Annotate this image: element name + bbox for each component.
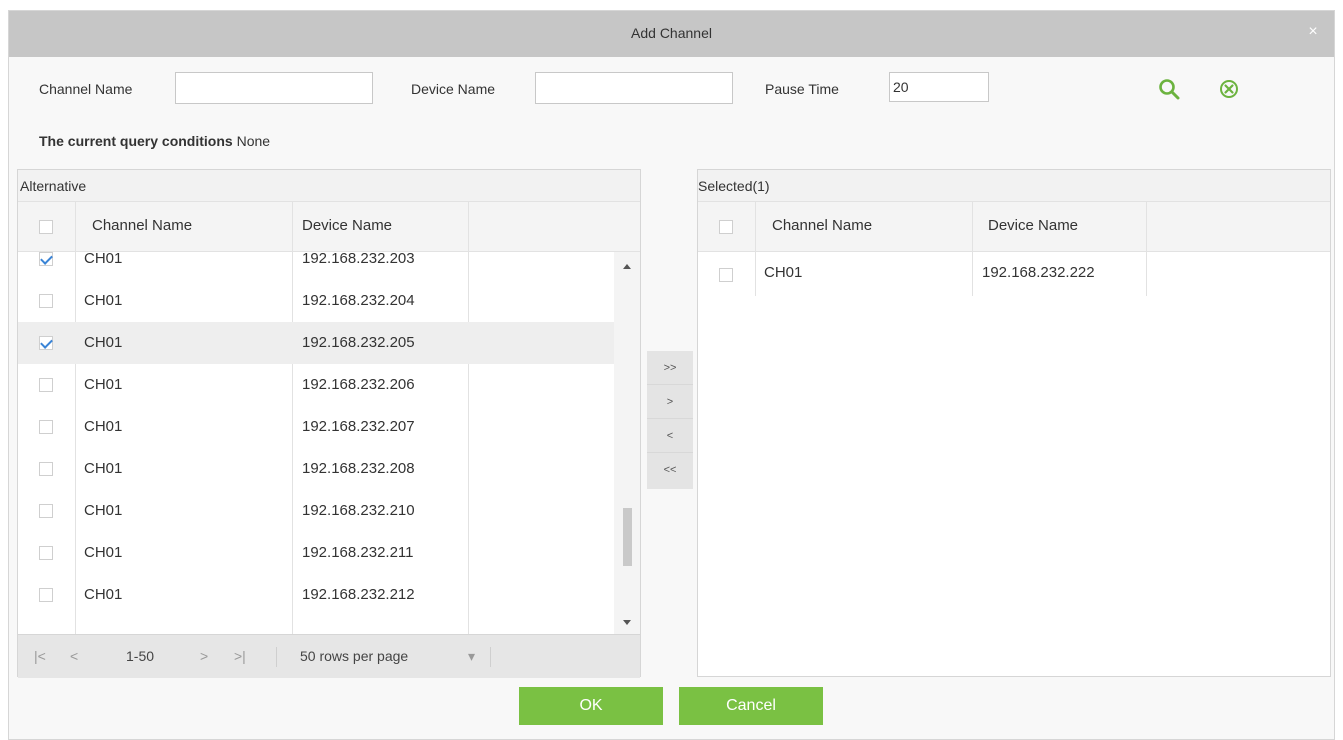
selected-table-header: Channel Name Device Name (698, 202, 1330, 252)
cancel-button[interactable]: Cancel (679, 687, 823, 725)
table-row[interactable]: CH01 192.168.232.211 (18, 532, 614, 574)
column-device-name[interactable]: Device Name (988, 217, 1078, 234)
row-checkbox[interactable] (719, 268, 733, 282)
dialog-title: Add Channel (631, 25, 712, 41)
selected-title: Selected(1) (698, 170, 1330, 202)
alternative-title: Alternative (18, 170, 640, 202)
selected-panel: Selected(1) Channel Name Device Name CH0… (697, 169, 1331, 677)
move-all-left-button[interactable]: << (647, 453, 693, 487)
table-row[interactable]: CH01 192.168.232.205 (18, 322, 614, 364)
device-name-input[interactable] (535, 72, 733, 104)
ok-button[interactable]: OK (519, 687, 663, 725)
search-icon[interactable] (1157, 77, 1181, 101)
row-checkbox[interactable] (39, 252, 53, 266)
select-all-checkbox[interactable] (39, 220, 53, 234)
row-channel-name: CH01 (84, 334, 123, 351)
channel-name-input[interactable] (175, 72, 373, 104)
row-channel-name: CH01 (84, 418, 123, 435)
device-name-label: Device Name (411, 81, 496, 97)
table-row[interactable]: CH01 192.168.232.203 (18, 252, 614, 280)
row-channel-name: CH01 (84, 292, 123, 309)
row-channel-name: CH01 (764, 264, 803, 281)
alternative-panel: Alternative Channel Name Device Name CH0… (17, 169, 641, 678)
chevron-down-icon[interactable]: ▾ (468, 648, 475, 665)
dialog-titlebar: Add Channel × (9, 11, 1334, 57)
pause-time-label: Pause Time (765, 81, 839, 97)
table-row[interactable]: CH01 192.168.232.206 (18, 364, 614, 406)
row-device-name: 192.168.232.203 (302, 252, 415, 267)
next-page-icon[interactable]: > (200, 648, 208, 664)
row-device-name: 192.168.232.206 (302, 376, 415, 393)
row-device-name: 192.168.232.212 (302, 586, 415, 603)
move-all-right-button[interactable]: >> (647, 351, 693, 385)
row-checkbox[interactable] (39, 294, 53, 308)
row-device-name: 192.168.232.208 (302, 460, 415, 477)
vertical-scrollbar[interactable] (614, 252, 640, 634)
scroll-up-icon[interactable] (623, 264, 631, 269)
row-checkbox[interactable] (39, 588, 53, 602)
table-row[interactable]: CH01 192.168.232.222 (698, 252, 1330, 296)
scrollbar-thumb[interactable] (623, 508, 632, 566)
row-device-name: 192.168.232.205 (302, 334, 415, 351)
channel-name-label: Channel Name (39, 81, 133, 97)
row-checkbox[interactable] (39, 378, 53, 392)
row-device-name: 192.168.232.207 (302, 418, 415, 435)
pagination-bar: |< < 1-50 > >| 50 rows per page ▾ (18, 634, 640, 678)
close-icon[interactable]: × (1304, 23, 1322, 41)
alternative-table-body: CH01 192.168.232.203 CH01 192.168.232.20… (18, 252, 614, 634)
scroll-down-icon[interactable] (623, 620, 631, 625)
row-channel-name: CH01 (84, 502, 123, 519)
first-page-icon[interactable]: |< (34, 648, 46, 664)
add-channel-dialog: Add Channel × Channel Name Device Name P… (8, 10, 1335, 740)
query-conditions-label: The current query conditions (39, 133, 233, 149)
row-channel-name: CH01 (84, 460, 123, 477)
clear-circle-icon[interactable] (1217, 77, 1241, 101)
last-page-icon[interactable]: >| (234, 648, 246, 664)
column-device-name[interactable]: Device Name (302, 217, 392, 234)
column-channel-name[interactable]: Channel Name (92, 217, 192, 234)
move-left-button[interactable]: < (647, 419, 693, 453)
table-row[interactable]: CH01 192.168.232.207 (18, 406, 614, 448)
rows-per-page-select[interactable]: 50 rows per page (300, 648, 408, 664)
row-channel-name: CH01 (84, 252, 123, 267)
table-row[interactable]: CH01 192.168.232.208 (18, 448, 614, 490)
row-device-name: 192.168.232.222 (982, 264, 1095, 281)
query-conditions-value: None (236, 133, 271, 149)
alternative-table-header: Channel Name Device Name (18, 202, 640, 252)
row-device-name: 192.168.232.210 (302, 502, 415, 519)
table-row[interactable]: CH01 192.168.232.210 (18, 490, 614, 532)
table-row[interactable]: CH01 192.168.232.204 (18, 280, 614, 322)
transfer-buttons: >> > < << (647, 351, 693, 489)
prev-page-icon[interactable]: < (70, 648, 78, 664)
move-right-button[interactable]: > (647, 385, 693, 419)
select-all-checkbox[interactable] (719, 220, 733, 234)
row-channel-name: CH01 (84, 376, 123, 393)
pause-time-input[interactable] (889, 72, 989, 102)
row-device-name: 192.168.232.211 (302, 544, 414, 561)
query-conditions: The current query conditions None (39, 133, 270, 149)
table-row[interactable]: CH01 192.168.232.212 (18, 574, 614, 616)
row-device-name: 192.168.232.204 (302, 292, 415, 309)
row-checkbox[interactable] (39, 420, 53, 434)
row-channel-name: CH01 (84, 544, 123, 561)
row-checkbox[interactable] (39, 462, 53, 476)
row-checkbox[interactable] (39, 504, 53, 518)
column-channel-name[interactable]: Channel Name (772, 217, 872, 234)
row-checkbox[interactable] (39, 546, 53, 560)
row-channel-name: CH01 (84, 586, 123, 603)
row-checkbox[interactable] (39, 336, 53, 350)
page-range: 1-50 (126, 648, 155, 664)
